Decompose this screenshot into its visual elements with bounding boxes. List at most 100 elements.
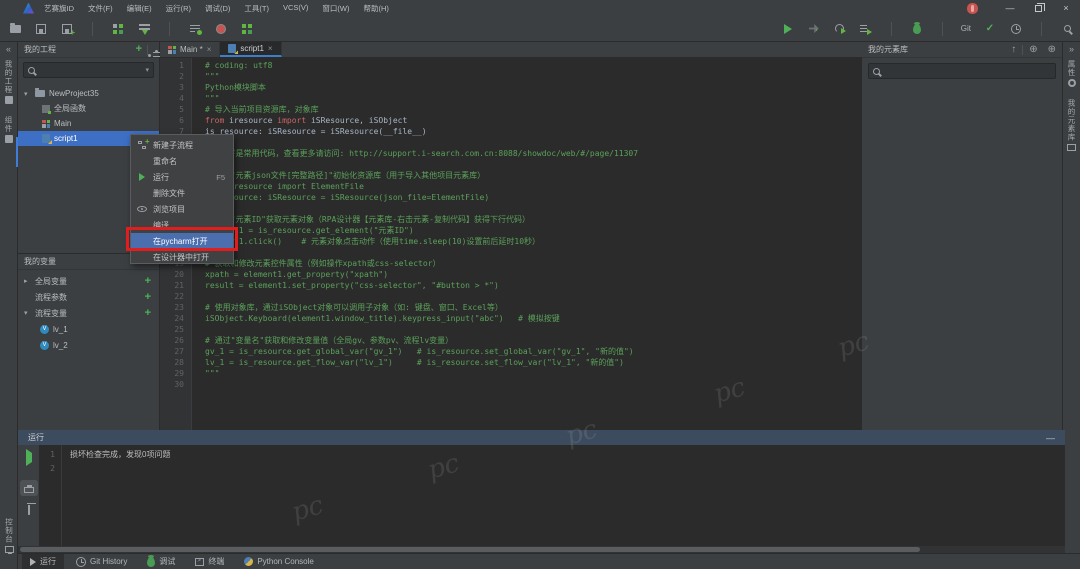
tree-item-Main[interactable]: Main — [18, 116, 159, 131]
console-lines[interactable]: 损坏检查完成，发现0项问题 — [62, 445, 170, 546]
editor-area: Main *×script1× 123456789101112131415161… — [160, 42, 862, 430]
tab-script1[interactable]: script1× — [220, 42, 281, 57]
horizontal-scrollbar[interactable] — [18, 546, 1065, 553]
menu-item-在设计器中打开[interactable]: 在设计器中打开 — [131, 249, 233, 265]
tool-strip-tab-我的工程[interactable]: 我的工程 — [0, 54, 17, 110]
code-line: """ — [205, 71, 638, 82]
attach-run-icon[interactable] — [807, 22, 821, 36]
project-search-input[interactable]: ▾ — [23, 62, 154, 78]
debug-bug-icon[interactable] — [910, 22, 924, 36]
menu-item-删除文件[interactable]: 删除文件 — [131, 185, 233, 201]
menu-item-6[interactable]: VCS(V) — [283, 3, 308, 14]
add-variable-button[interactable]: + — [145, 292, 151, 303]
code-lines[interactable]: # coding: utf8"""Python模块脚本"""# 导入当前项目资源… — [192, 58, 638, 430]
close-button[interactable]: × — [1052, 0, 1080, 16]
menu-item-新建子流程[interactable]: 新建子流程 — [131, 137, 233, 153]
run-button[interactable] — [781, 22, 795, 36]
app-window: 艺赛旗ID 文件(F) 编辑(E) 运行(R) 调试(D) 工具(T) VCS(V) 窗口(W… — [0, 0, 1080, 569]
history-clock-icon[interactable] — [1009, 22, 1023, 36]
tree-item-NewProject35[interactable]: ▾ NewProject35 — [18, 86, 159, 101]
collapse-left-icon[interactable]: « — [6, 44, 11, 54]
scrollbar-thumb[interactable] — [20, 547, 920, 552]
toolbar-separator — [92, 22, 93, 36]
console-line: 损坏检查完成，发现0项问题 — [70, 448, 170, 462]
hide-panel-button[interactable]: — — [1046, 433, 1055, 443]
print-toggle[interactable] — [20, 480, 38, 496]
collapse-right-icon[interactable]: » — [1069, 44, 1074, 54]
menu-item-重命名[interactable]: 重命名 — [131, 153, 233, 169]
menu-item-4[interactable]: 调试(D) — [205, 3, 230, 14]
variable-item-lv_1[interactable]: Vlv_1 — [18, 321, 159, 337]
search-everywhere-icon[interactable] — [1060, 22, 1074, 36]
tool-strip-tab-控制台[interactable]: 控制台 — [0, 512, 18, 559]
clear-console-button[interactable] — [28, 505, 30, 514]
run-toolbar — [18, 445, 40, 546]
menu-item-3[interactable]: 运行(R) — [166, 3, 191, 14]
menu-item-运行[interactable]: 运行F5 — [131, 169, 233, 185]
statusbar-tab-调试[interactable]: 调试 — [139, 554, 183, 569]
elements-search-input[interactable] — [868, 63, 1056, 79]
chevron-right-icon[interactable]: ▸ — [24, 277, 31, 285]
maximize-button[interactable] — [1024, 0, 1052, 16]
components-icon[interactable] — [111, 22, 125, 36]
tool-strip-tab-我的元素库[interactable]: 我的元素库 — [1063, 93, 1080, 157]
statusbar-tab-Git History[interactable]: Git History — [68, 555, 135, 569]
variables-group-全局变量[interactable]: ▸全局变量+ — [18, 273, 159, 289]
statusbar-tab-Python Console[interactable]: Python Console — [236, 555, 321, 568]
trash-icon — [28, 505, 30, 515]
python-file-icon — [228, 44, 236, 53]
project-panel-title: 我的工程 — [24, 44, 56, 55]
chevron-down-icon[interactable]: ▾ — [24, 90, 31, 98]
chevron-down-icon[interactable]: ▾ — [24, 309, 31, 317]
close-icon[interactable]: × — [268, 44, 273, 53]
elements-panel-title: 我的元素库 — [868, 44, 908, 55]
statusbar-tab-运行[interactable]: 运行 — [22, 554, 64, 569]
menu-item-0[interactable]: 艺赛旗ID — [44, 3, 74, 14]
menu-item-2[interactable]: 编辑(E) — [127, 3, 152, 14]
close-icon[interactable]: × — [207, 45, 212, 54]
upload-element-icon[interactable]: ↑ — [1011, 45, 1016, 55]
task-list-icon[interactable] — [188, 22, 202, 36]
header-separator — [1022, 45, 1023, 55]
tree-item-label: NewProject35 — [49, 89, 99, 98]
variables-group-流程参数[interactable]: 流程参数+ — [18, 289, 159, 305]
commit-check-icon[interactable]: ✓ — [983, 22, 997, 36]
tree-item-全局函数[interactable]: 全局函数 — [18, 101, 159, 116]
search-dropdown-icon[interactable]: ▾ — [145, 66, 149, 74]
menu-item-编译[interactable]: 编译 — [131, 217, 233, 233]
menu-item-5[interactable]: 工具(T) — [244, 3, 269, 14]
git-menu[interactable]: Git — [961, 24, 971, 33]
menu-item-7[interactable]: 窗口(W) — [322, 3, 349, 14]
menu-item-8[interactable]: 帮助(H) — [364, 3, 389, 14]
add-file-button[interactable]: + — [136, 44, 142, 55]
plugins-grid-icon[interactable] — [240, 22, 254, 36]
tool-strip-tab-组件[interactable]: 组件 — [0, 110, 17, 149]
scan-element-icon[interactable]: ⊕ — [1048, 45, 1056, 55]
variables-group-流程变量[interactable]: ▾流程变量+ — [18, 305, 159, 321]
minimize-button[interactable]: — — [996, 0, 1024, 16]
flow-icon — [42, 120, 50, 128]
menu-item-1[interactable]: 文件(F) — [88, 3, 113, 14]
line-number: 3 — [160, 82, 191, 93]
rerun-console-button[interactable] — [26, 453, 32, 462]
context-menu: 新建子流程重命名运行F5删除文件浏览项目编译在pycharm打开在设计器中打开 — [130, 134, 234, 264]
folder-icon — [35, 90, 45, 97]
run-config-icon[interactable] — [859, 22, 873, 36]
tool-strip-tab-属性[interactable]: 属性 — [1063, 54, 1080, 93]
import-resources-icon[interactable] — [137, 22, 151, 36]
record-icon[interactable] — [214, 22, 228, 36]
statusbar-tab-终端[interactable]: 终端 — [187, 554, 232, 569]
code-line: is_resource: iSResource = iSResource(__f… — [205, 126, 638, 137]
rerun-icon[interactable] — [833, 22, 847, 36]
add-variable-button[interactable]: + — [145, 308, 151, 319]
pick-element-icon[interactable]: ⊕ — [1029, 45, 1037, 55]
menu-item-在pycharm打开[interactable]: 在pycharm打开 — [131, 233, 233, 249]
variable-item-lv_2[interactable]: Vlv_2 — [18, 337, 159, 353]
add-variable-button[interactable]: + — [145, 276, 151, 287]
save-icon[interactable] — [34, 22, 48, 36]
open-folder-icon[interactable] — [8, 22, 22, 36]
tab-Main *[interactable]: Main *× — [160, 42, 220, 57]
save-all-icon[interactable] — [60, 22, 74, 36]
menu-item-浏览项目[interactable]: 浏览项目 — [131, 201, 233, 217]
notification-icon[interactable] — [967, 3, 978, 14]
